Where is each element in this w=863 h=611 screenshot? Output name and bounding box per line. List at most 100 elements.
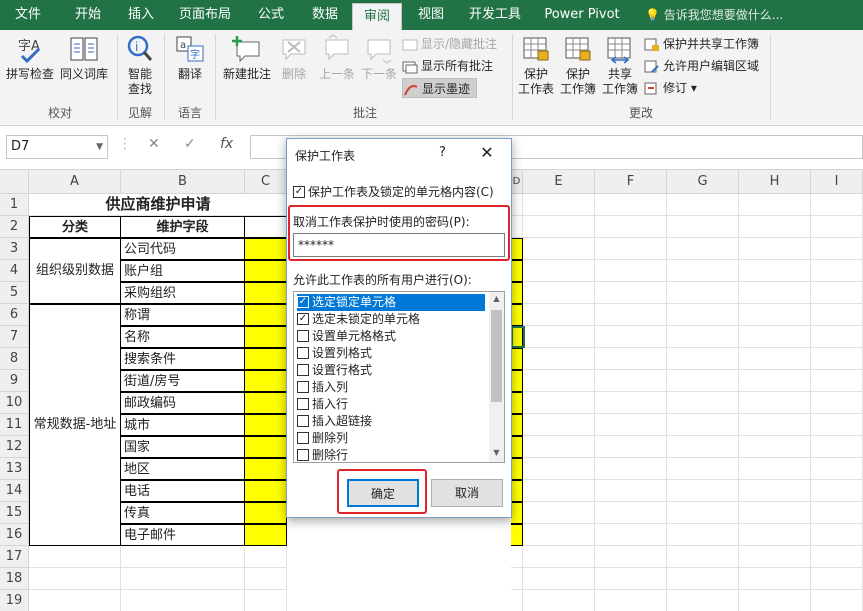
grid-cell[interactable] — [595, 370, 667, 392]
row-header[interactable]: 12 — [0, 436, 29, 458]
grid-cell[interactable] — [667, 326, 739, 348]
grid-cell[interactable] — [667, 546, 739, 568]
value-cell[interactable] — [244, 370, 287, 392]
tab-home[interactable]: 开始 — [60, 0, 116, 30]
grid-cell[interactable] — [667, 480, 739, 502]
grid-cell[interactable] — [523, 502, 595, 524]
row-header[interactable]: 1 — [0, 194, 29, 216]
column-header-i[interactable]: I — [811, 170, 863, 194]
value-cell[interactable] — [244, 458, 287, 480]
grid-cell[interactable] — [595, 238, 667, 260]
allow-edit-ranges-button[interactable]: 允许用户编辑区域 — [644, 56, 759, 76]
field-cell[interactable]: 传真 — [120, 502, 245, 524]
grid-cell[interactable] — [739, 480, 811, 502]
column-header-g[interactable]: G — [667, 170, 739, 194]
permission-option[interactable]: 删除行 — [297, 447, 485, 462]
grid-cell[interactable] — [667, 590, 739, 611]
grid-cell[interactable] — [667, 502, 739, 524]
grid-cell[interactable] — [739, 194, 811, 216]
grid-cell[interactable] — [595, 414, 667, 436]
grid-cell[interactable] — [739, 414, 811, 436]
checkbox-empty-icon[interactable] — [297, 431, 309, 444]
tab-page-layout[interactable]: 页面布局 — [170, 0, 240, 30]
grid-cell[interactable] — [245, 590, 287, 611]
grid-cell[interactable] — [667, 370, 739, 392]
checkbox-empty-icon[interactable] — [297, 363, 309, 376]
grid-cell[interactable] — [511, 590, 523, 611]
row-header[interactable]: 10 — [0, 392, 29, 414]
row-header[interactable]: 15 — [0, 502, 29, 524]
show-all-comments-button[interactable]: 显示所有批注 — [402, 56, 493, 76]
permission-option[interactable]: 插入行 — [297, 396, 485, 413]
row-header[interactable]: 7 — [0, 326, 29, 348]
permission-option[interactable]: 设置列格式 — [297, 345, 485, 362]
row-header[interactable]: 8 — [0, 348, 29, 370]
permission-option[interactable]: ✓ 选定未锁定的单元格 — [297, 311, 485, 328]
row-header[interactable]: 6 — [0, 304, 29, 326]
grid-cell[interactable] — [739, 502, 811, 524]
thesaurus-button[interactable]: 同义词库 — [56, 34, 112, 82]
cancel-button[interactable]: 取消 — [431, 479, 503, 507]
grid-cell[interactable] — [739, 590, 811, 611]
row-header[interactable]: 17 — [0, 546, 29, 568]
column-header-b[interactable]: B — [121, 170, 245, 194]
insert-function-icon[interactable]: fx — [220, 136, 233, 152]
grid-cell[interactable] — [667, 524, 739, 546]
column-header-e[interactable]: E — [523, 170, 595, 194]
grid-cell[interactable] — [811, 326, 863, 348]
grid-cell[interactable] — [739, 458, 811, 480]
grid-cell[interactable] — [511, 194, 523, 216]
value-cell[interactable] — [511, 348, 523, 370]
value-cell[interactable] — [511, 260, 523, 282]
grid-cell[interactable] — [595, 326, 667, 348]
permission-option[interactable]: ✓ 选定锁定单元格 — [297, 294, 485, 311]
grid-cell[interactable] — [739, 392, 811, 414]
previous-comment-button[interactable]: 上一条 — [316, 34, 358, 82]
grid-cell[interactable] — [523, 238, 595, 260]
grid-cell[interactable] — [739, 348, 811, 370]
grid-cell[interactable] — [739, 304, 811, 326]
smart-lookup-button[interactable]: i 智能 查找 — [120, 34, 160, 97]
grid-cell[interactable] — [595, 304, 667, 326]
protect-workbook-button[interactable]: 保护 工作簿 — [558, 34, 598, 97]
grid-cell[interactable] — [667, 458, 739, 480]
checkbox-empty-icon[interactable] — [297, 329, 309, 342]
grid-cell[interactable] — [667, 568, 739, 590]
grid-cell[interactable] — [523, 590, 595, 611]
value-cell[interactable] — [511, 524, 523, 546]
row-header[interactable]: 14 — [0, 480, 29, 502]
share-workbook-button[interactable]: 共享 工作簿 — [600, 34, 640, 97]
tab-developer[interactable]: 开发工具 — [460, 0, 530, 30]
field-cell[interactable]: 国家 — [120, 436, 245, 458]
tell-me-box[interactable]: 💡 告诉我您想要做什么... — [645, 0, 783, 30]
grid-cell[interactable] — [667, 216, 739, 238]
value-cell[interactable] — [244, 502, 287, 524]
row-header[interactable]: 13 — [0, 458, 29, 480]
grid-cell[interactable] — [523, 282, 595, 304]
grid-cell[interactable] — [595, 524, 667, 546]
grid-cell[interactable] — [595, 260, 667, 282]
value-cell[interactable] — [244, 238, 287, 260]
value-cell[interactable] — [511, 502, 523, 524]
header-field[interactable]: 维护字段 — [120, 216, 245, 238]
tab-power-pivot[interactable]: Power Pivot — [538, 0, 626, 30]
grid-cell[interactable] — [811, 282, 863, 304]
permission-option[interactable]: 设置行格式 — [297, 362, 485, 379]
row-header[interactable]: 11 — [0, 414, 29, 436]
column-header-a[interactable]: A — [29, 170, 121, 194]
grid-cell[interactable] — [811, 458, 863, 480]
row-header[interactable]: 16 — [0, 524, 29, 546]
scrollbar-thumb[interactable] — [491, 310, 502, 402]
grid-cell[interactable] — [739, 216, 811, 238]
grid-cell[interactable] — [739, 326, 811, 348]
value-cell[interactable] — [511, 282, 523, 304]
checkbox-empty-icon[interactable] — [297, 346, 309, 359]
grid-cell[interactable] — [739, 546, 811, 568]
protect-and-share-button[interactable]: 保护并共享工作簿 — [644, 34, 759, 54]
value-cell[interactable] — [244, 282, 287, 304]
grid-cell[interactable] — [667, 282, 739, 304]
tab-view[interactable]: 视图 — [408, 0, 454, 30]
grid-cell[interactable] — [523, 348, 595, 370]
value-cell[interactable] — [244, 436, 287, 458]
value-cell[interactable] — [244, 524, 287, 546]
